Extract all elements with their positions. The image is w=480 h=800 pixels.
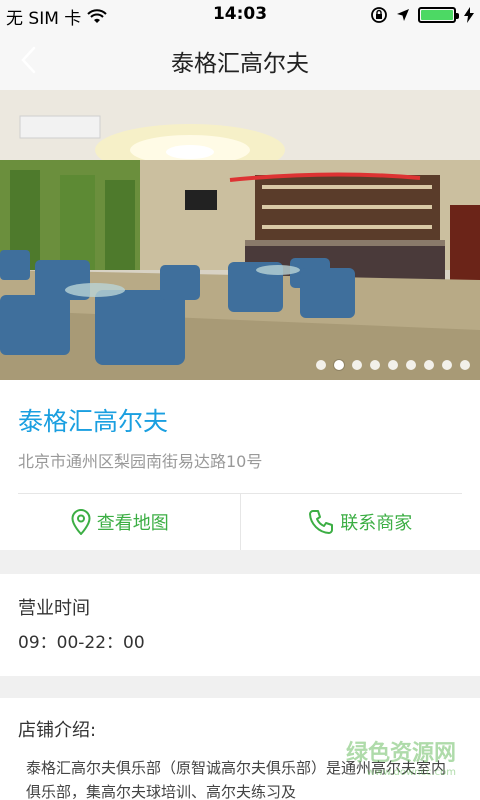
- carousel-dot[interactable]: [370, 360, 380, 370]
- business-hours-section: 营业时间 09：00-22：00: [0, 574, 480, 676]
- action-row: 查看地图 联系商家: [0, 494, 480, 550]
- map-pin-icon: [71, 509, 91, 535]
- location-arrow-icon: [397, 9, 409, 21]
- venue-info: 泰格汇高尔夫 北京市通州区梨园南街易达路10号 查看地图 联系商家: [0, 380, 480, 550]
- business-hours-value: 09：00-22：00: [18, 633, 145, 653]
- carousel-dot[interactable]: [406, 360, 416, 370]
- carousel-dot[interactable]: [424, 360, 434, 370]
- store-intro-title: 店铺介绍:: [18, 720, 97, 741]
- carousel-dot[interactable]: [334, 360, 344, 370]
- venue-name: 泰格汇高尔夫: [18, 407, 169, 436]
- rotation-lock-icon: [371, 7, 387, 23]
- nav-bar: 泰格汇高尔夫: [0, 30, 480, 90]
- battery-icon: [418, 7, 459, 23]
- charging-icon: [464, 7, 474, 23]
- section-gap: [0, 550, 480, 574]
- carousel-dot[interactable]: [442, 360, 452, 370]
- carousel-dot[interactable]: [460, 360, 470, 370]
- watermark-text: 绿色资源网: [345, 741, 456, 766]
- venue-address: 北京市通州区梨园南街易达路10号: [18, 452, 263, 471]
- section-gap: [0, 676, 480, 698]
- photo-carousel[interactable]: [0, 90, 480, 380]
- business-hours-title: 营业时间: [18, 598, 90, 619]
- status-bar: 无 SIM 卡 14:03: [0, 0, 480, 30]
- carousel-indicator: [316, 360, 470, 370]
- contact-merchant-button[interactable]: 联系商家: [239, 494, 480, 550]
- carousel-dot[interactable]: [352, 360, 362, 370]
- contact-merchant-label: 联系商家: [340, 513, 413, 534]
- carousel-dot[interactable]: [316, 360, 326, 370]
- page-title: 泰格汇高尔夫: [171, 51, 309, 77]
- status-icons: [370, 6, 474, 24]
- carousel-dot[interactable]: [388, 360, 398, 370]
- view-map-button[interactable]: 查看地图: [0, 494, 240, 550]
- phone-icon: [309, 510, 334, 534]
- venue-photo: [0, 90, 480, 380]
- watermark-url: www.downcc.com: [366, 767, 456, 778]
- view-map-label: 查看地图: [96, 513, 169, 534]
- watermark-logo: 绿色资源网 www.downcc.com: [346, 735, 456, 778]
